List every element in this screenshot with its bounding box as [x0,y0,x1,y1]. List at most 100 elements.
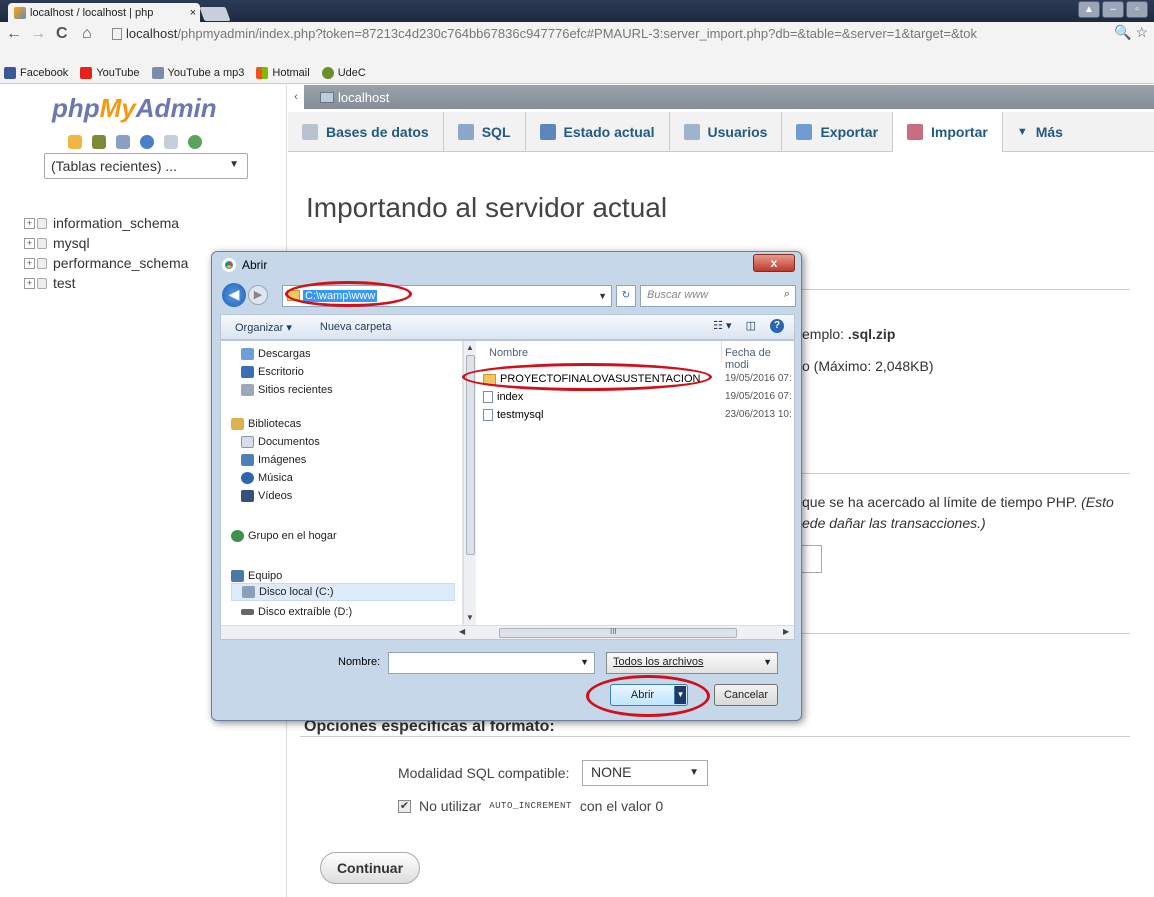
file-name-label: Nombre: [338,656,381,668]
query-window-icon[interactable] [116,135,130,149]
nav-bibliotecas[interactable]: Bibliotecas [231,415,301,433]
file-row-index[interactable]: index [483,389,523,405]
cancel-button[interactable]: Cancelar [714,684,778,706]
column-name-header[interactable]: Nombre [489,347,528,359]
home-icon[interactable]: ⌂ [82,22,92,46]
document-icon [483,391,493,403]
preview-pane-icon[interactable]: ◫ [746,319,756,333]
nav-disco-c[interactable]: Disco local (C:) [231,583,455,601]
bookmark-hotmail[interactable]: Hotmail [256,66,310,79]
nav-musica[interactable]: Música [241,469,293,487]
scrollbar-thumb[interactable]: III [499,627,737,638]
scroll-up-icon[interactable]: ▲ [466,343,474,352]
docs-icon[interactable] [140,135,154,149]
no-auto-increment-checkbox[interactable]: ✔ [398,799,411,813]
browser-tab[interactable]: localhost / localhost | php × [8,3,200,22]
help-icon[interactable]: ? [770,319,784,333]
no-auto-increment-option[interactable]: ✔ No utilizar AUTO_INCREMENT con el valo… [398,798,663,814]
recent-tables-select[interactable]: (Tablas recientes) ... ▼ [44,153,248,179]
db-mysql[interactable]: + mysql [24,233,188,253]
dialog-close-button[interactable]: x [753,254,795,272]
sql-mode-select[interactable]: NONE ▼ [582,760,708,786]
tab-sql[interactable]: SQL [444,111,526,152]
bookmark-youtube-mp3[interactable]: YouTube a mp3 [151,66,244,79]
open-button[interactable]: Abrir ▼ [610,684,688,706]
pictures-icon [241,454,254,466]
scroll-down-icon[interactable]: ▼ [466,613,474,622]
forward-arrow-icon[interactable]: → [30,22,46,46]
bookmark-youtube[interactable]: YouTube [80,66,140,79]
back-icon[interactable]: ◀ [222,283,246,307]
phpmyadmin-logo[interactable]: phpMyAdmin [52,93,217,124]
bookmark-facebook[interactable]: Facebook [4,66,68,79]
mp3-icon [151,66,164,79]
bookmark-udec[interactable]: UdeC [321,66,366,79]
tab-more[interactable]: ▼ Más [1003,112,1077,152]
chevron-down-icon[interactable]: ▼ [598,286,607,306]
view-options-icon[interactable]: ☷ ▾ [713,319,731,333]
url-field[interactable]: localhost/phpmyadmin/index.php?token=872… [112,24,1132,44]
scroll-right-icon[interactable]: ▶ [783,627,789,636]
db-test[interactable]: + test [24,273,188,293]
file-date: 19/05/2016 07: [725,373,792,384]
nav-escritorio[interactable]: Escritorio [241,363,304,381]
horizontal-scrollbar[interactable]: ◀ III ▶ [221,625,794,639]
continue-button[interactable]: Continuar [320,852,420,884]
tab-close-icon[interactable]: × [186,7,200,19]
scrollbar-thumb[interactable] [466,355,475,555]
nav-descargas[interactable]: Descargas [241,345,311,363]
window-minimize-button[interactable]: – [1102,1,1124,18]
tab-status[interactable]: Estado actual [526,111,670,152]
tab-databases[interactable]: Bases de datos [288,111,444,152]
tab-users[interactable]: Usuarios [670,111,783,152]
organize-button[interactable]: Organizar ▾ [235,321,292,334]
nav-imagenes[interactable]: Imágenes [241,451,306,469]
back-arrow-icon[interactable]: ← [6,22,22,46]
expand-icon[interactable]: + [24,217,35,229]
file-date: 23/06/2013 10: [725,409,792,420]
skip-queries-input[interactable] [800,545,822,573]
breadcrumb-server[interactable]: localhost [320,90,389,105]
db-performance-schema[interactable]: + performance_schema [24,253,188,273]
logout-icon[interactable] [92,135,106,149]
home-icon[interactable] [68,135,82,149]
status-chart-icon [539,123,556,140]
db-information-schema[interactable]: + information_schema [24,213,188,233]
file-row-proyecto[interactable]: PROYECTOFINALOVASUSTENTACION [483,371,700,387]
navigation-pane: Descargas Escritorio Sitios recientes Bi… [221,341,463,625]
new-folder-button[interactable]: Nueva carpeta [320,321,392,333]
path-field[interactable]: C:\wamp\www ▼ [282,285,612,307]
column-date-header[interactable]: Fecha de modi [725,347,794,371]
file-name-input[interactable]: ▼ [388,652,595,674]
new-tab-button[interactable] [199,7,231,21]
collapse-sidebar-button[interactable]: ‹ [288,85,304,109]
zoom-star-icons[interactable]: 🔍 ☆ [1114,24,1148,41]
tab-export[interactable]: Exportar [782,111,894,152]
chevron-down-icon[interactable]: ▼ [580,657,589,667]
server-menu: Bases de datos SQL Estado actual Usuario… [288,111,1154,152]
nav-grupo-hogar[interactable]: Grupo en el hogar [231,527,337,545]
file-row-testmysql[interactable]: testmysql [483,407,543,423]
sql-docs-icon[interactable] [164,135,178,149]
reload-nav-icon[interactable] [188,135,202,149]
refresh-icon[interactable]: ↻ [616,285,636,307]
expand-icon[interactable]: + [24,277,35,289]
search-input[interactable]: Buscar www ⌕ [640,285,796,307]
server-icon [320,91,334,103]
forward-icon[interactable]: ▶ [248,285,268,305]
scroll-left-icon[interactable]: ◀ [459,627,465,636]
file-type-select[interactable]: Todos los archivos ▼ [606,652,778,674]
sidebar-quick-icons [68,135,202,149]
nav-documentos[interactable]: Documentos [241,433,320,451]
nav-scrollbar[interactable]: ▲ ▼ [463,341,476,625]
nav-disco-d[interactable]: Disco extraíble (D:) [241,603,352,621]
expand-icon[interactable]: + [24,257,35,269]
nav-videos[interactable]: Vídeos [241,487,292,505]
chevron-down-icon[interactable]: ▼ [674,686,686,704]
window-maximize-button[interactable]: ▫ [1126,1,1148,18]
window-profile-button[interactable]: ▲ [1078,1,1100,18]
expand-icon[interactable]: + [24,237,35,249]
reload-icon[interactable]: C [56,22,68,46]
nav-recientes[interactable]: Sitios recientes [241,381,333,399]
tab-import[interactable]: Importar [893,111,1003,152]
